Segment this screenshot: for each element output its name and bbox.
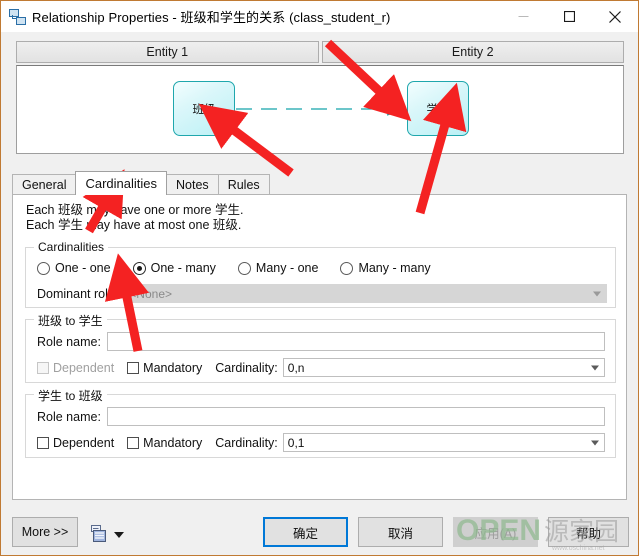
radio-many-many-label: Many - many: [358, 261, 431, 275]
role-name-input-1[interactable]: [106, 332, 605, 351]
ok-button[interactable]: 确定: [263, 517, 348, 547]
description-line-1: Each 班级 may have one or more 学生.: [26, 203, 244, 217]
chevron-down-icon: [591, 365, 599, 370]
more-button[interactable]: More >>: [12, 517, 78, 547]
cardinality-label-1: Cardinality:: [215, 360, 278, 375]
relationship-diagram: 班级 学生: [16, 65, 624, 154]
radio-many-one[interactable]: Many - one: [237, 261, 319, 275]
window-title: Relationship Properties - 班级和学生的关系 (clas…: [32, 10, 391, 25]
cancel-button[interactable]: 取消: [358, 517, 443, 547]
tab-notes[interactable]: Notes: [166, 174, 219, 195]
radio-dot-icon: [340, 261, 354, 275]
dominant-role-label: Dominant role:: [37, 286, 119, 301]
title-bar: Relationship Properties - 班级和学生的关系 (clas…: [1, 1, 638, 32]
entity-header-bar: Entity 1 Entity 2: [16, 41, 624, 63]
radio-dot-icon: [237, 261, 251, 275]
entity2-box[interactable]: 学生: [407, 81, 469, 136]
report-dropdown-chevron-down-icon[interactable]: [114, 532, 124, 538]
role-group-2-legend: 学生 to 班级: [34, 387, 107, 404]
role-name-label-1: Role name:: [37, 334, 101, 349]
report-icon[interactable]: [91, 525, 107, 542]
cardinality-value-2: 0,1: [287, 435, 305, 450]
entity1-header[interactable]: Entity 1: [16, 41, 319, 63]
role-group-class-to-student: 班级 to 学生 Role name: Dependent Mandatory …: [25, 312, 616, 383]
radio-many-one-label: Many - one: [255, 261, 319, 275]
role-group-1-legend: 班级 to 学生: [34, 312, 107, 329]
mandatory-label-2: Mandatory: [143, 435, 203, 450]
radio-one-one[interactable]: One - one: [37, 261, 111, 275]
description-line-2: Each 学生 may have at most one 班级.: [26, 218, 242, 232]
role-name-row-1: Role name:: [37, 332, 605, 351]
help-button[interactable]: 帮助: [548, 517, 629, 547]
minimize-button[interactable]: [500, 1, 546, 32]
radio-one-many-label: One - many: [150, 261, 216, 275]
role-options-row-1: Dependent Mandatory Cardinality: 0,n: [37, 358, 605, 377]
checkbox-icon: [127, 436, 140, 449]
cardinalities-panel: Each 班级 may have one or more 学生. Each 学生…: [12, 194, 627, 500]
cardinality-select-2[interactable]: 0,1: [282, 433, 605, 452]
dependent-label-2: Dependent: [53, 435, 115, 450]
entity2-header[interactable]: Entity 2: [321, 41, 624, 63]
dominant-role-select[interactable]: <None>: [124, 284, 607, 303]
dialog-footer: More >> 确定 取消 应用(A) 帮助: [1, 508, 638, 555]
mandatory-label-1: Mandatory: [143, 360, 203, 375]
checkbox-icon: [37, 361, 49, 374]
maximize-button[interactable]: [546, 1, 592, 32]
relationship-link: [236, 102, 406, 116]
role-group-student-to-class: 学生 to 班级 Role name: Dependent Mandatory …: [25, 387, 616, 458]
role-name-input-2[interactable]: [106, 407, 605, 426]
dependent-checkbox-2[interactable]: Dependent: [37, 436, 114, 450]
radio-many-many[interactable]: Many - many: [340, 261, 431, 275]
dominant-role-value: <None>: [129, 286, 172, 301]
relationship-description: Each 班级 may have one or more 学生. Each 学生…: [26, 203, 243, 233]
radio-dot-icon: [37, 261, 50, 275]
relationship-icon: [8, 8, 26, 26]
chevron-down-icon: [591, 440, 599, 445]
dependent-checkbox-1[interactable]: Dependent: [37, 361, 114, 375]
dependent-label-1: Dependent: [53, 360, 115, 375]
cardinality-radio-group: One - one One - many Many - one Many - m…: [37, 261, 453, 275]
tab-rules[interactable]: Rules: [217, 174, 270, 195]
cardinality-value-1: 0,n: [287, 360, 305, 375]
mandatory-checkbox-2[interactable]: Mandatory: [127, 436, 202, 450]
tab-general[interactable]: General: [12, 174, 77, 195]
cardinality-select-1[interactable]: 0,n: [282, 358, 605, 377]
window-controls: [500, 1, 638, 32]
role-name-label-2: Role name:: [37, 409, 101, 424]
apply-button: 应用(A): [453, 517, 538, 547]
tab-cardinalities[interactable]: Cardinalities: [75, 171, 168, 195]
cardinalities-group: Cardinalities One - one One - many Many …: [25, 240, 616, 308]
close-button[interactable]: [592, 1, 638, 32]
checkbox-icon: [127, 361, 140, 374]
radio-one-one-label: One - one: [55, 261, 111, 275]
checkbox-icon: [37, 436, 49, 449]
cardinalities-group-legend: Cardinalities: [34, 240, 109, 254]
tab-strip: General Cardinalities Notes Rules: [12, 171, 270, 195]
chevron-down-icon: [593, 291, 601, 296]
relationship-properties-window: Relationship Properties - 班级和学生的关系 (clas…: [0, 0, 639, 556]
role-name-row-2: Role name:: [37, 407, 605, 426]
cardinality-label-2: Cardinality:: [215, 435, 278, 450]
dominant-role-row: Dominant role: <None>: [37, 284, 607, 303]
mandatory-checkbox-1[interactable]: Mandatory: [127, 361, 202, 375]
radio-one-many[interactable]: One - many: [132, 261, 216, 275]
radio-dot-icon: [132, 261, 146, 275]
entity1-box[interactable]: 班级: [173, 81, 235, 136]
role-options-row-2: Dependent Mandatory Cardinality: 0,1: [37, 433, 605, 452]
